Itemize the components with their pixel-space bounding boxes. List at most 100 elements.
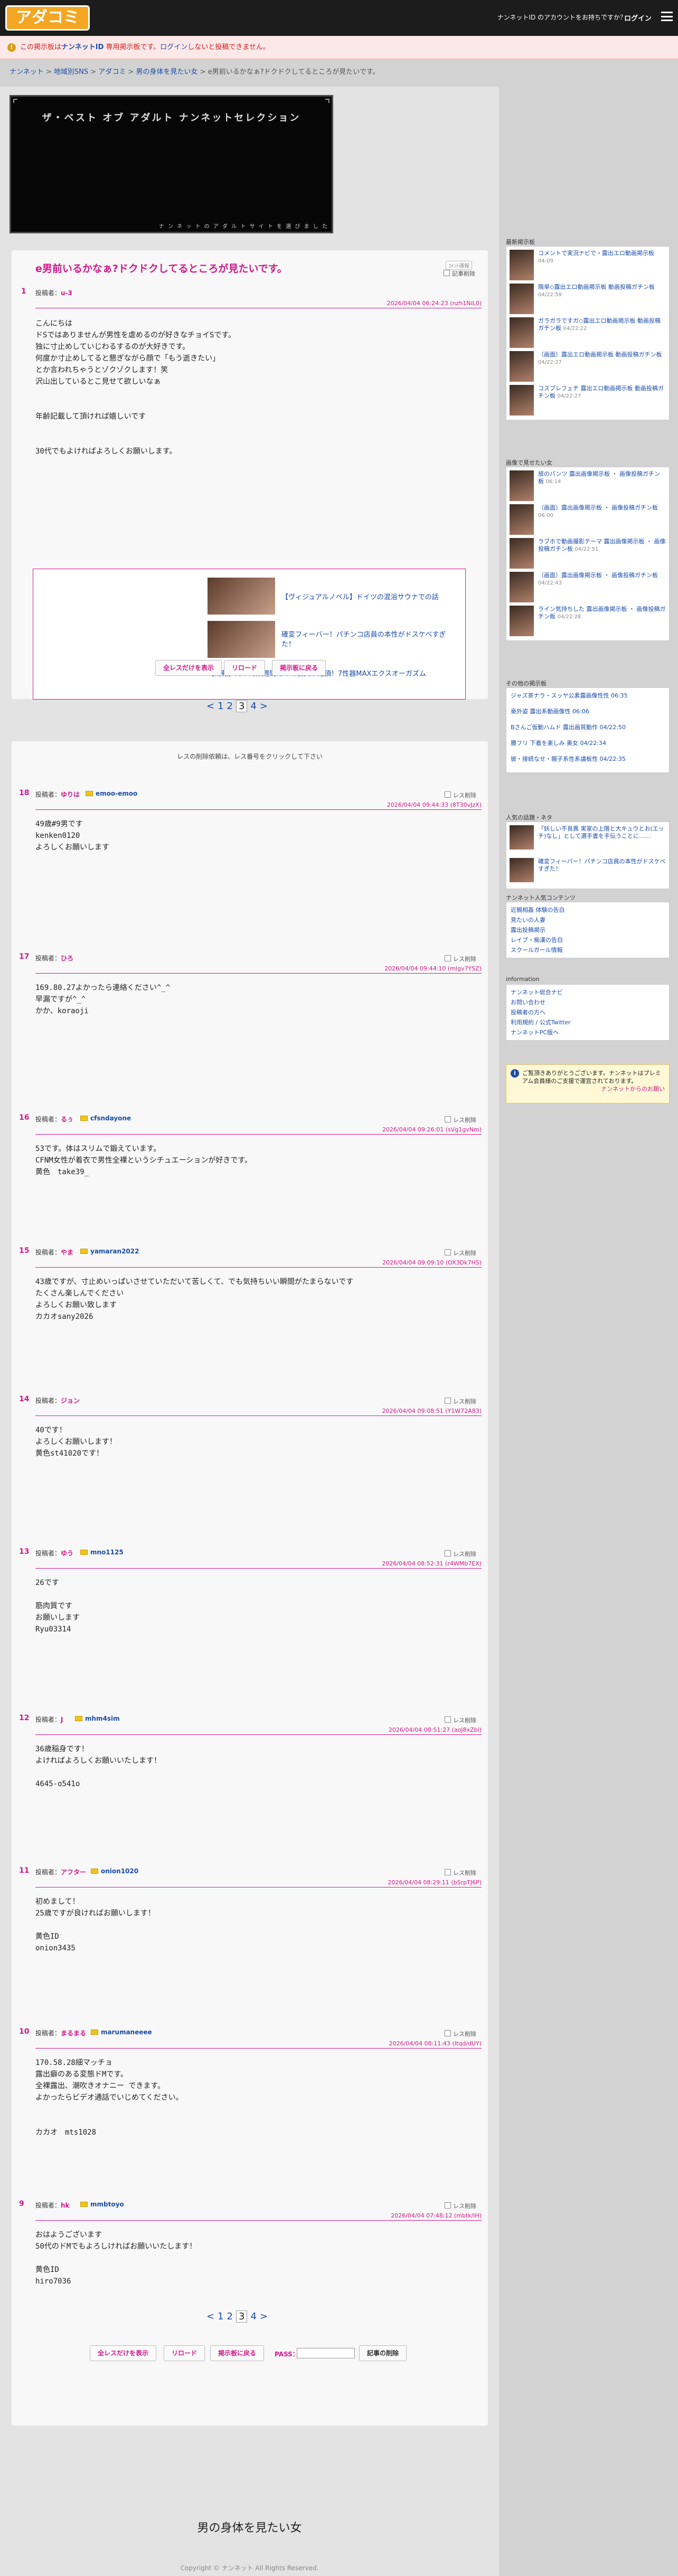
show-all-button-bottom[interactable]: 全レスだけを表示 [90,2345,157,2361]
sidebar-link[interactable]: 腰フリ 下着を楽しみ 美女 04/22:34 [511,739,666,747]
sidebar-thumb-item[interactable]: コスプレフェチ 露出エロ動画掲示板 動画投稿ガチン板 04/22:27 [510,385,667,416]
page-link[interactable]: 1 [218,2311,223,2322]
next-page[interactable]: > [260,701,268,712]
thumbnail-image [510,606,534,636]
sidebar-topic-list: 「妖しい不良異 実家の上階と大キュウとお(エッチ)なし」として選手書を手伝うこと… [506,822,670,889]
sidebar-link[interactable]: ジャズ茶ナラ・スッヤ公素露画像性性 06:35 [511,691,666,700]
reply-number[interactable]: 17 [19,952,29,961]
sidebar-thumb-item[interactable]: ガラガラですガ◇露出エロ動画掲示板 動画投稿ガチン板 04/22:22 [510,317,667,348]
reply-delete-checkbox[interactable]: レス削除 [445,1550,476,1558]
breadcrumb-item[interactable]: ナンネット [10,68,44,76]
sidebar-topic-item[interactable]: 「妖しい不良異 実家の上階と大キュウとお(エッチ)なし」として選手書を手伝うこと… [510,825,667,855]
delete-checkbox[interactable]: 記事削除 [444,269,475,278]
site-logo[interactable]: アダコミ [5,5,90,31]
breadcrumb-item[interactable]: 地域別SNS [54,68,88,76]
page-link[interactable]: 2 [227,2311,233,2322]
poster-mail[interactable]: emoo-emoo [86,790,137,797]
reply-delete-checkbox[interactable]: レス削除 [445,1716,476,1724]
sidebar-link[interactable]: 露出投稿掲示 [511,926,666,934]
alert-login-link[interactable]: ログイン [160,43,187,51]
poster-mail[interactable]: mno1125 [80,1549,124,1556]
reply-delete-checkbox[interactable]: レス削除 [445,2202,476,2210]
page-link[interactable]: 4 [250,701,256,712]
sidebar-thumb-item[interactable]: 旅のパンツ 露出画像掲示板 ・ 画像投稿ガチン板 06:14 [510,470,667,501]
reply-delete-checkbox[interactable]: レス削除 [445,1397,476,1405]
sidebar-thumb-item[interactable]: ラブホで動画撮影テーマ 露出画像掲示板 ・ 画像投稿ガチン板 04/22:51 [510,538,667,569]
sidebar-link[interactable]: ナンネット総合ナビ [511,988,666,996]
sidebar-item-time: 04/22:27 [538,360,562,365]
sidebar-thumb-item[interactable]: （画面）露出画像掲示板 ・ 画像投稿ガチン板 06:00 [510,504,667,535]
sidebar-thumb-item[interactable]: コメントで実況ナビで・露出エロ動画掲示板 04:09 [510,250,667,280]
poster-label: 投稿者： [35,791,61,798]
hamburger-menu-icon[interactable] [661,12,673,21]
reply-delete-checkbox[interactable]: レス削除 [445,955,476,963]
poster-mail[interactable]: yamaran2022 [80,1248,139,1255]
reply-number[interactable]: 10 [19,2027,29,2036]
sidebar-link[interactable]: 豪外姿 露出系動画像性 06:06 [511,707,666,715]
sidebar-item-time: 04/22:43 [538,580,562,586]
pass-input[interactable] [297,2348,355,2358]
poster-mail[interactable]: mmbtoyo [80,2201,124,2208]
sidebar-thumb-item[interactable]: 簡単◇露出エロ動画掲示板 動画投稿ガチン板 04/22:59 [510,284,667,314]
reload-button-bottom[interactable]: リロード [164,2345,205,2361]
back-to-board-button[interactable]: 掲示板に戻る [272,660,326,676]
page-link[interactable]: 4 [250,2311,256,2322]
next-page[interactable]: > [260,2311,268,2322]
sidebar-thumb-item[interactable]: （画面）露出エロ動画掲示板 動画投稿ガチン板 04/22:27 [510,351,667,382]
sidebar-link[interactable]: お問い合わせ [511,998,666,1006]
poster-mail[interactable]: marumaneeee [91,2028,152,2036]
reply-delete-checkbox[interactable]: レス削除 [445,2030,476,2038]
reply-delete-checkbox[interactable]: レス削除 [445,1869,476,1877]
reply-delete-checkbox[interactable]: レス削除 [445,1249,476,1257]
sidebar-link[interactable]: 彼・接続なせ・親子系性系議板性 04/22:35 [511,754,666,763]
sidebar-link[interactable]: 見たいの人妻 [511,916,666,924]
reply-number[interactable]: 18 [19,789,29,797]
sidebar-link[interactable]: 近親相姦 体験の告白 [511,905,666,914]
post-number[interactable]: 1 [21,287,26,296]
poster-name: ジョン [61,1397,80,1404]
ad-thumbnail[interactable] [208,578,275,615]
reply-number[interactable]: 9 [19,2200,24,2208]
selection-banner[interactable]: ザ・ベスト オブ アダルト ナンネットセレクション ナ ン ネ ッ ト の ア … [10,95,333,233]
ad-link[interactable]: 確変フィーバー！パチンコ店員の本性がドスケベすぎた！ [281,630,456,649]
sidebar-topic-item[interactable]: 確変フィーバー！パチンコ店員の本性がドスケベすぎた！ [510,858,667,888]
breadcrumb-item[interactable]: アダコミ [98,68,126,76]
reply-delete-checkbox[interactable]: レス削除 [445,791,476,799]
reply-number[interactable]: 12 [19,1714,29,1722]
sidebar-link[interactable]: 利用規約 / 公式Twitter [511,1018,666,1026]
sidebar-link[interactable]: 投稿者の方へ [511,1008,666,1016]
delete-post-button[interactable]: 記事の削除 [359,2345,407,2361]
reply-number[interactable]: 13 [19,1548,29,1556]
notice-link[interactable]: ナンネットからのお願い [522,1085,665,1093]
sidebar-link[interactable]: Bさんご仮動ハムド 露出画質動作 04/22:50 [511,723,666,731]
sidebar-link[interactable]: レイプ・痴漢の告白 [511,936,666,944]
nannet-id-link[interactable]: ナンネットID [61,43,103,51]
poster-mail[interactable]: mhm4sim [75,1715,120,1722]
ad-link[interactable]: 【ヴィジュアルノベル】ドイツの混浴サウナでの話 [281,591,439,601]
prev-page[interactable]: < [206,2311,214,2322]
reload-button[interactable]: リロード [224,660,266,676]
reply-delete-checkbox[interactable]: レス削除 [445,1116,476,1124]
show-all-button[interactable]: 全レスだけを表示 [155,660,222,676]
ad-thumbnail[interactable] [208,621,275,658]
reply-number[interactable]: 15 [19,1247,29,1255]
sidebar-link[interactable]: スクールガール情報 [511,946,666,954]
login-link[interactable]: ログイン [624,13,652,23]
reply-number[interactable]: 11 [19,1866,29,1875]
page-link[interactable]: 1 [218,701,223,712]
mail-icon [80,1249,88,1254]
reply-number[interactable]: 16 [19,1114,29,1122]
report-button[interactable]: ｺﾒﾝﾄ通報 [446,261,472,270]
sidebar-link[interactable]: ナンネットPC版へ [511,1028,666,1036]
sidebar-link-list: ナンネット総合ナビ お問い合わせ 投稿者の方へ 利用規約 / 公式Twitter ナンネ… [506,984,670,1041]
poster-mail[interactable]: cfsndayone [80,1115,131,1122]
sidebar-thumb-item[interactable]: （画面）露出画像掲示板 ・ 画像投稿ガチン板 04/22:43 [510,572,667,602]
sidebar-thumb-item[interactable]: ライン気持ちした 露出画像掲示板 ・ 画像投稿ガチン板 04/22:28 [510,606,667,636]
banner-corner [13,99,17,103]
poster-mail[interactable]: onion1020 [91,1867,138,1875]
page-link[interactable]: 2 [227,701,233,712]
breadcrumb-item[interactable]: 男の身体を見たい女 [136,68,198,76]
reply-number[interactable]: 14 [19,1395,29,1403]
prev-page[interactable]: < [206,701,214,712]
back-to-board-button-bottom[interactable]: 掲示板に戻る [210,2345,265,2361]
